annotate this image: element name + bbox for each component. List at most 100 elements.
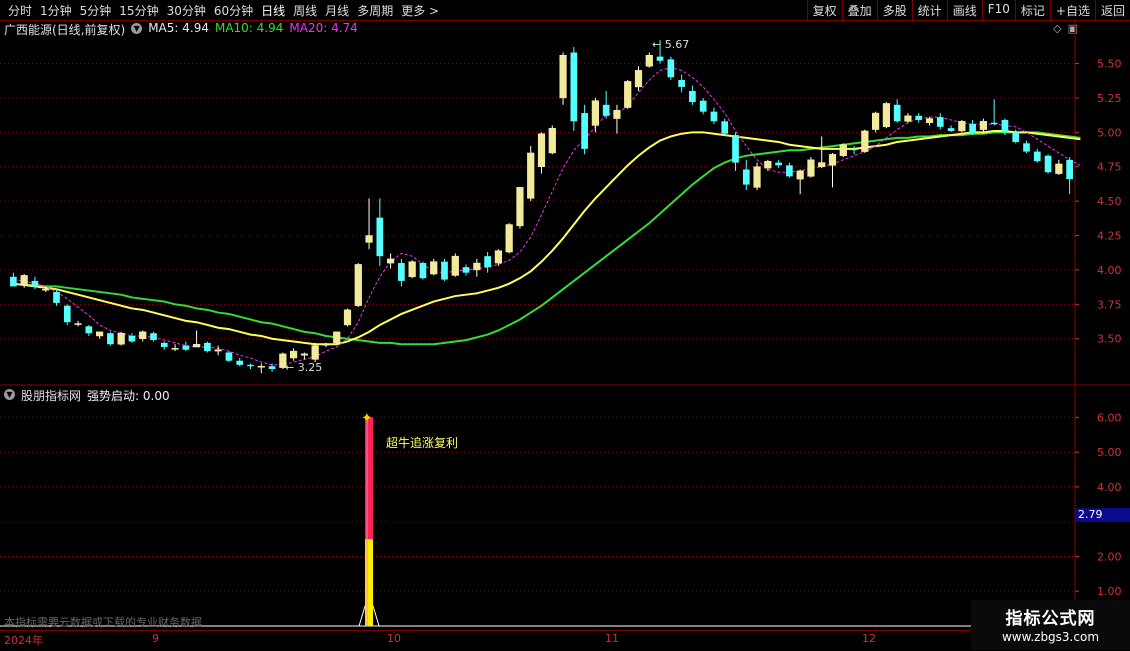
indicator-tick-label: 2.00 [1097,550,1122,563]
candle-down [204,342,211,352]
candle-down [182,345,190,350]
signal-bar-red [365,417,374,540]
price-tick-label: 3.50 [1097,333,1122,346]
candle-up [333,331,341,344]
chart-canvas[interactable]: 5.50 5.25 5.00 4.75 4.50 4.25 4.00 3.75 3.50 6.00… [0,0,1130,650]
candle-up [430,261,438,275]
candle-up [958,121,966,132]
date-label-dec: 12 [862,632,876,645]
signal-bar-yellow [365,539,374,626]
candle-down [398,263,405,281]
candle-up [20,275,28,286]
ma10-line [13,129,1081,346]
candle-down [915,115,923,120]
price-tick-label: 4.50 [1097,195,1122,208]
candle-up [193,343,201,348]
candle-up [828,154,837,166]
candle-down [947,128,955,131]
candle-up [764,160,772,169]
price-tick-label: 3.75 [1097,298,1122,311]
candle-down [441,261,448,280]
candle-down [419,263,427,279]
indicator-tick-label: 4.00 [1097,481,1122,494]
candle-up [861,130,869,152]
date-axis: 2024年 9 10 11 12 [0,630,1130,651]
candle-down [1001,119,1009,133]
candle-up [74,323,82,325]
price-tick-label: 4.00 [1097,264,1122,277]
candle-up [473,262,481,271]
candle-down [656,56,664,61]
candle-up [365,235,373,243]
price-tick-label: 5.00 [1097,126,1122,139]
candle-up [807,159,815,177]
candle-down [969,124,976,134]
candle-up [624,81,632,108]
candle-up [527,152,535,199]
price-tick-label: 4.75 [1097,161,1122,174]
candle-down [225,352,233,361]
candle-down [602,104,610,116]
candle-up [904,115,912,122]
candle-up [214,349,222,352]
watermark-url: www.zbgs3.com [1001,630,1100,644]
candle-down [462,267,470,273]
candle-down [699,100,707,112]
candle-down [247,364,254,367]
candle-down [63,305,71,323]
candle-down [667,59,675,78]
candle-down [786,165,793,177]
chevron-down-icon[interactable]: ▼ [4,389,15,400]
date-label-oct: 10 [387,632,401,645]
candle-up [311,345,319,360]
candle-up [537,133,546,167]
candle-up [494,250,502,264]
date-label-sep: 9 [152,632,159,645]
candle-up [559,55,567,99]
candle-up [257,365,265,368]
candle-down [570,52,578,122]
candle-up [96,331,104,337]
candle-down [268,366,276,369]
price-tick-label: 5.50 [1097,58,1122,71]
candle-down [10,276,17,287]
candle-up [1055,163,1063,174]
price-tick-label: 4.25 [1097,230,1122,243]
candle-down [160,342,168,347]
candle-down [1023,143,1030,152]
candle-up [872,112,880,130]
indicator-value-label: 强势启动: 0.00 [87,389,170,403]
candle-up [548,127,556,154]
data-notice: 本指标需要云数据或下载的专业财务数据 [4,616,202,629]
candle-up [753,166,761,188]
watermark-title: 指标公式网 [1005,609,1096,629]
high-price-label: ← 5.67 [652,38,690,51]
candle-up [408,261,416,278]
candle-down [710,111,718,122]
candle-down [150,333,157,341]
indicator-tick-label: 5.00 [1097,446,1122,459]
candle-up [634,70,643,88]
indicator-tick-label: 6.00 [1097,411,1122,424]
candle-down [936,117,944,127]
date-label-year: 2024年 [4,634,43,647]
candle-up [117,332,125,345]
low-price-value: 3.25 [297,361,323,374]
candle-up [839,144,847,156]
indicator-current-value: 2.79 [1075,508,1130,522]
candle-down [85,326,93,334]
candle-down [1066,159,1073,180]
candle-up [979,121,987,130]
candle-down [236,360,244,365]
candle-down [1044,155,1052,173]
candle-up [290,350,298,359]
candle-up [796,170,804,180]
watermark-logo: 指标公式网 www.zbgs3.com [971,600,1130,650]
candle-up [645,55,653,67]
candle-down [990,122,998,125]
low-price-label: ← 3.25 [285,361,323,374]
candle-up [451,255,459,276]
candle-down [581,113,588,149]
price-tick-label: 5.25 [1097,92,1122,105]
candle-up [322,343,330,346]
